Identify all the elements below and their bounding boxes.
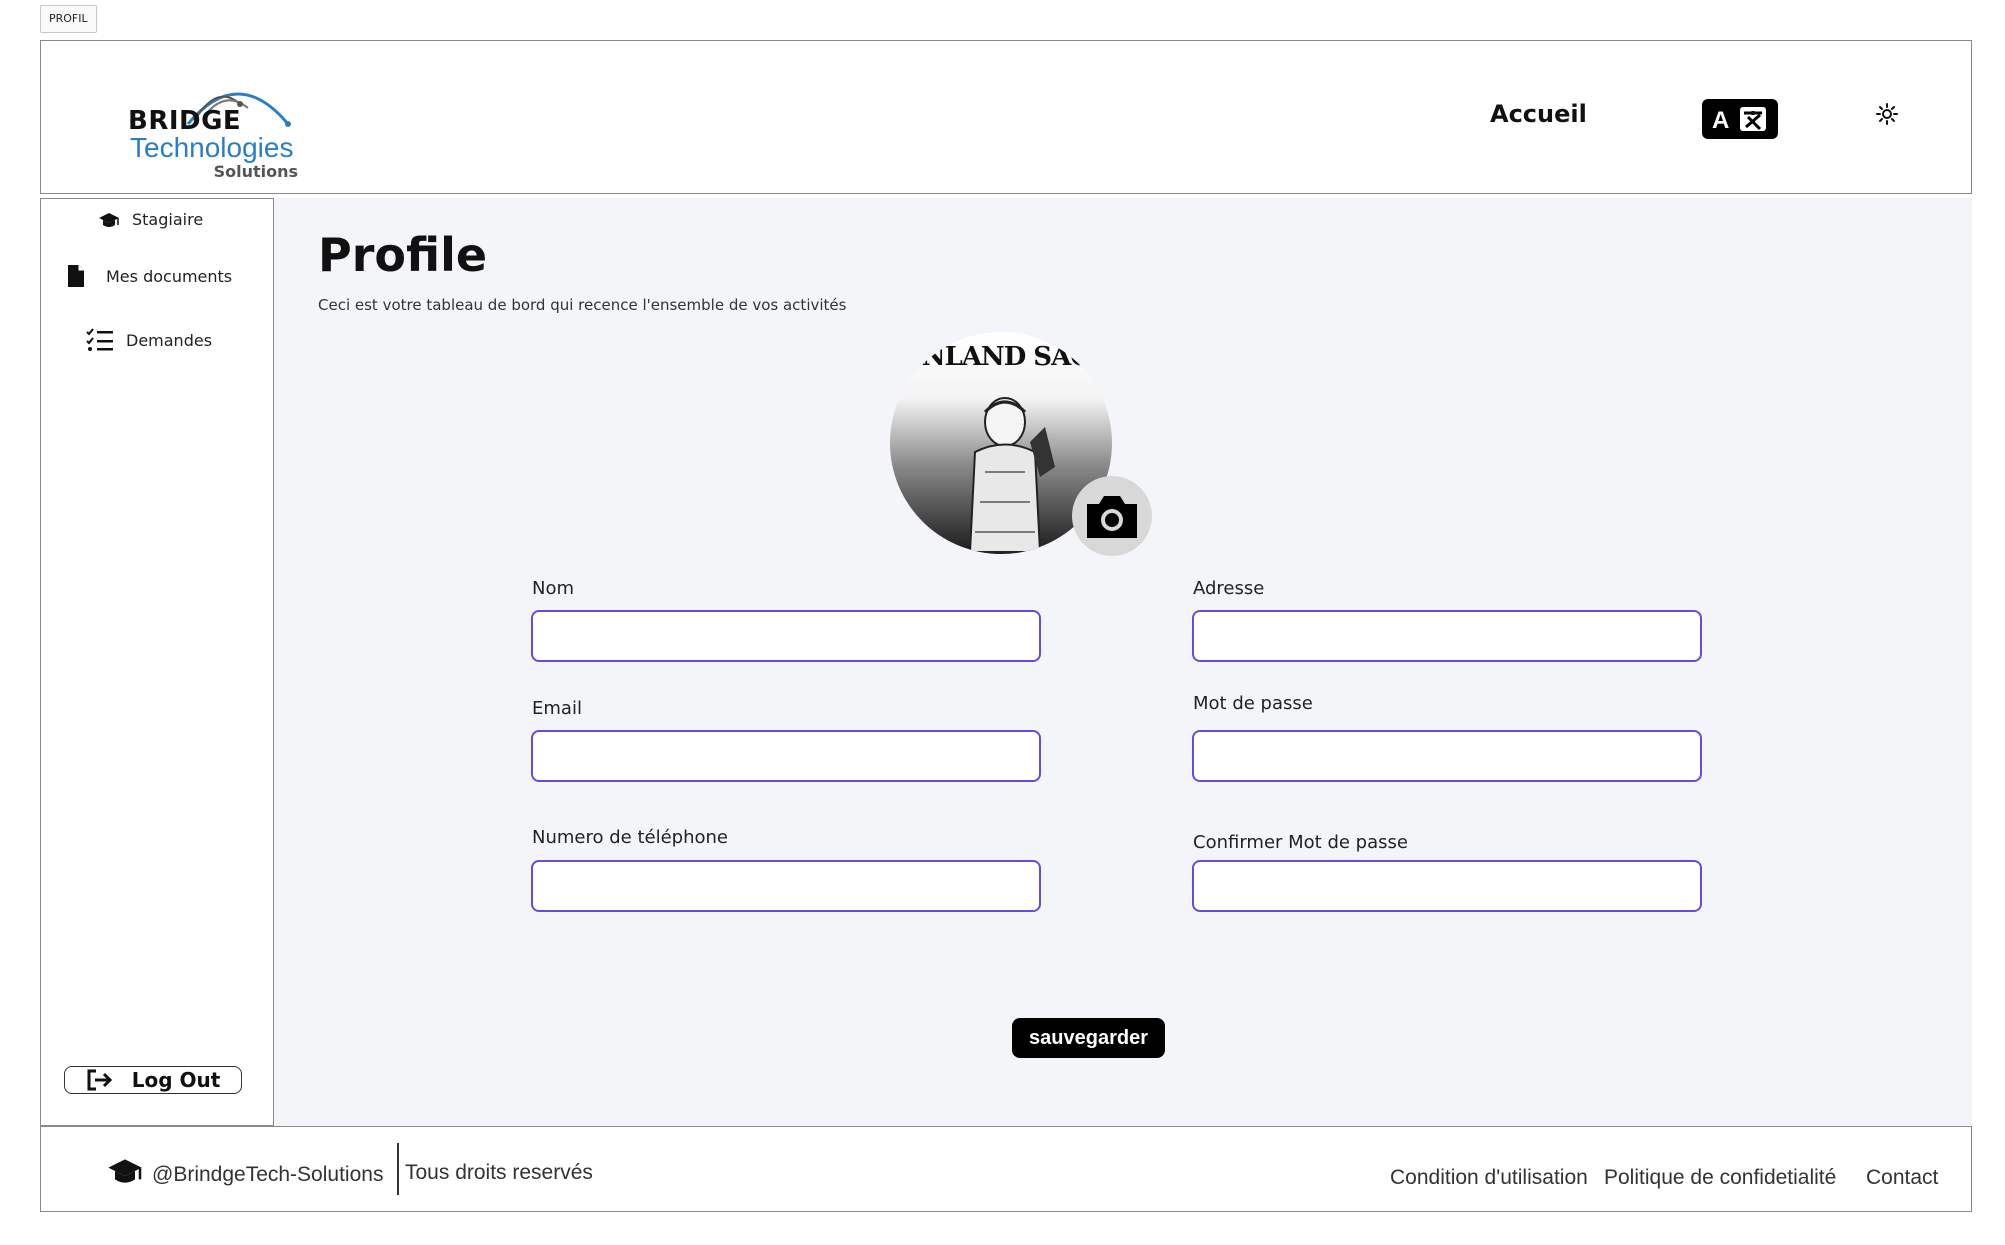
sidebar-item-demandes[interactable]: Demandes xyxy=(86,328,212,352)
logo-word-solutions: Solutions xyxy=(213,162,298,181)
sidebar-item-mes-documents[interactable]: Mes documents xyxy=(66,264,232,288)
footer-rights: Tous droits reservés xyxy=(405,1161,593,1184)
sidebar-item-label: Stagiaire xyxy=(132,210,204,229)
logo-word-technologies: Technologies xyxy=(130,132,294,163)
page-tab-label: PROFIL xyxy=(40,5,97,33)
password-label: Mot de passe xyxy=(1193,693,1313,714)
adresse-label: Adresse xyxy=(1193,578,1265,599)
top-header xyxy=(40,40,1972,194)
confirm-password-field[interactable] xyxy=(1192,860,1702,912)
checklist-icon xyxy=(86,328,113,351)
graduation-cap-icon xyxy=(108,1159,142,1183)
nom-input[interactable] xyxy=(531,610,1041,662)
adresse-input[interactable] xyxy=(1192,610,1702,662)
password-field[interactable] xyxy=(1192,730,1702,782)
page-subtitle: Ceci est votre tableau de bord qui recen… xyxy=(318,296,847,314)
theme-toggle-button[interactable] xyxy=(1873,100,1901,128)
change-photo-button[interactable] xyxy=(1072,476,1152,556)
email-field[interactable] xyxy=(531,730,1041,782)
main-content xyxy=(274,198,1972,1126)
confirm-password-label: Confirmer Mot de passe xyxy=(1193,832,1408,853)
logout-button[interactable]: Log Out xyxy=(64,1066,242,1094)
translate-icon: A xyxy=(1712,107,1766,134)
save-button[interactable]: sauvegarder xyxy=(1012,1018,1165,1058)
document-icon xyxy=(68,265,84,287)
footer-link-privacy[interactable]: Politique de confidetialité xyxy=(1604,1166,1836,1190)
nom-label: Nom xyxy=(532,578,575,599)
logout-label: Log Out xyxy=(131,1068,221,1092)
graduation-cap-icon xyxy=(99,212,119,227)
sidebar-item-label: Mes documents xyxy=(106,266,233,286)
company-logo[interactable]: BRIDGE Technologies Solutions xyxy=(128,70,298,181)
footer-divider xyxy=(397,1143,399,1195)
svg-text:A: A xyxy=(1712,107,1729,134)
avatar-image-caption: VINLAND SAGA xyxy=(891,342,1111,372)
sidebar-item-label: Demandes xyxy=(126,330,213,350)
footer-link-contact[interactable]: Contact xyxy=(1866,1166,1938,1190)
email-label: Email xyxy=(532,698,582,719)
phone-label: Numero de téléphone xyxy=(532,827,728,848)
page-title: Profile xyxy=(318,228,488,282)
character-illustration xyxy=(968,397,1055,553)
phone-field[interactable] xyxy=(531,860,1041,912)
footer-handle: @BrindgeTech-Solutions xyxy=(152,1163,384,1186)
logout-icon xyxy=(87,1069,112,1091)
sidebar-item-stagiaire[interactable]: Stagiaire xyxy=(98,210,203,229)
camera-icon xyxy=(1087,496,1137,538)
nav-home-link[interactable]: Accueil xyxy=(1490,100,1587,128)
sun-icon xyxy=(1876,103,1898,125)
footer-link-terms[interactable]: Condition d'utilisation xyxy=(1390,1166,1588,1190)
language-toggle-button[interactable]: A xyxy=(1702,99,1778,139)
